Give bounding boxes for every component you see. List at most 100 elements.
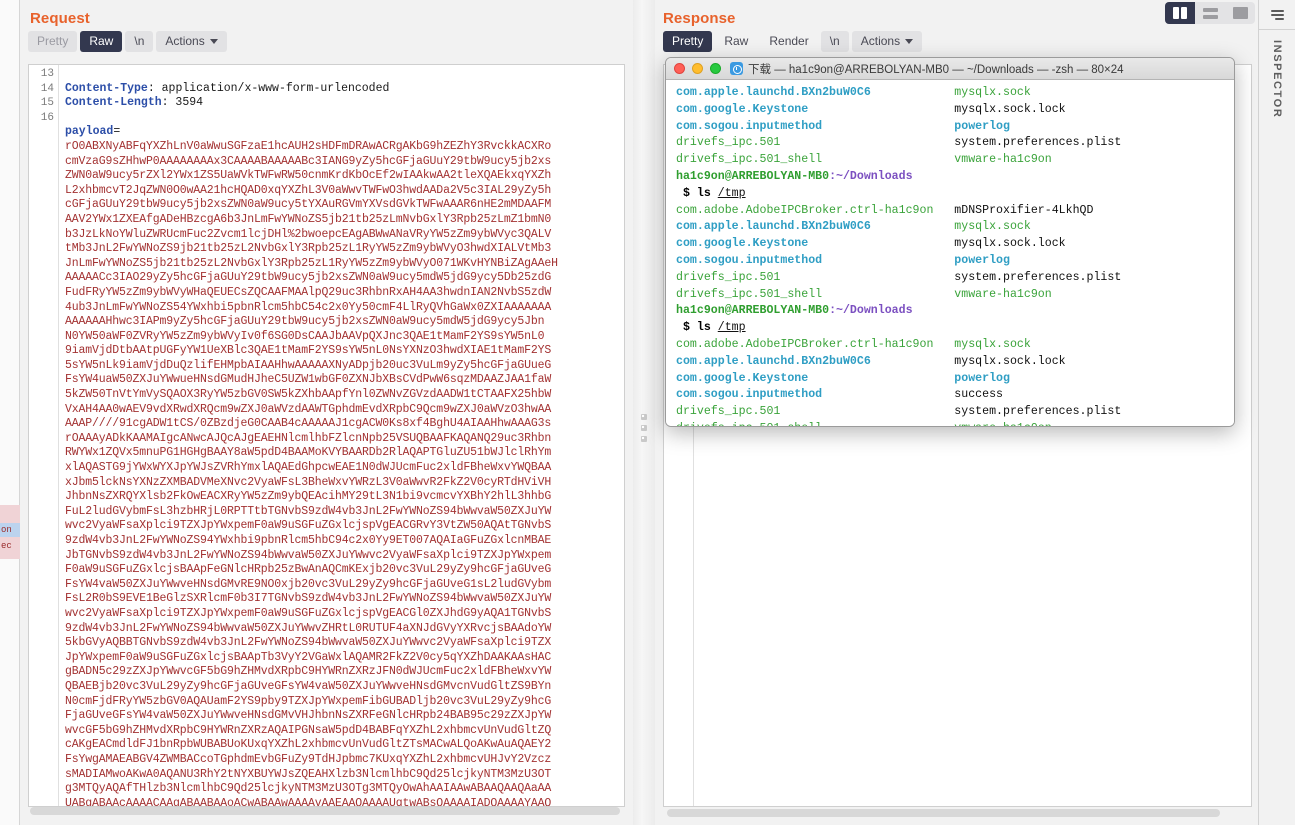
payload-line: AAAAAAHhwc3IAPm9yZy5hcGFjaGUuY29tbW9ucy5… bbox=[65, 315, 545, 329]
payload-line: QBAEBjb20vc3VuL29yZy9hcGFjaGUveGFsYW4vaW… bbox=[65, 679, 552, 693]
response-actions-label: Actions bbox=[860, 34, 901, 48]
split-horizontal-icon bbox=[1202, 7, 1218, 19]
payload-line: AAAAACc3IAO29yZy5hcGFjaGUuY29tbW9ucy5jb2… bbox=[65, 271, 552, 285]
close-window-icon[interactable] bbox=[674, 63, 685, 74]
request-code-content[interactable]: Content-Type: application/x-www-form-url… bbox=[59, 65, 624, 806]
terminal-listing-row: drivefs_ipc.501 system.preferences.plist bbox=[676, 270, 1226, 287]
payload-line: L2xhbmcvT2JqZWN0O0wAA21hcHQAD0xqYXZhL3V0… bbox=[65, 183, 552, 197]
response-tab-render[interactable]: Render bbox=[760, 31, 817, 52]
terminal-file-right: vmware-ha1c9on bbox=[954, 422, 1051, 426]
split-horizontal-view-button[interactable] bbox=[1195, 2, 1225, 24]
terminal-listing-row: com.apple.launchd.BXn2buW0C6 mysqlx.sock bbox=[676, 219, 1226, 236]
request-editor[interactable]: 13 14 15 16 Content-Type: application/x-www… bbox=[28, 64, 625, 807]
terminal-listing-row: com.apple.launchd.BXn2buW0C6 mysqlx.sock bbox=[676, 85, 1226, 102]
inspector-rail: INSPECTOR bbox=[1258, 0, 1295, 825]
terminal-listing-row: com.apple.launchd.BXn2buW0C6 mysqlx.sock… bbox=[676, 354, 1226, 371]
single-view-button[interactable] bbox=[1225, 2, 1255, 24]
inspector-toggle-button[interactable] bbox=[1259, 0, 1295, 30]
terminal-listing-row: drivefs_ipc.501 system.preferences.plist bbox=[676, 404, 1226, 421]
payload-line: xJbm5lckNsYXNzZXMBADVMeXNvc2VyaWFsL3BheW… bbox=[65, 475, 552, 489]
terminal-file-right: mysqlx.sock.lock bbox=[954, 102, 1066, 116]
terminal-app-icon bbox=[730, 62, 743, 75]
line-number: 13 bbox=[40, 68, 54, 80]
terminal-listing-row: com.google.Keystone mysqlx.sock.lock bbox=[676, 102, 1226, 119]
terminal-file-left: com.apple.launchd.BXn2buW0C6 bbox=[676, 354, 955, 368]
request-title: Request bbox=[30, 10, 90, 27]
terminal-prompt-line: ha1c9on@ARREBOLYAN-MB0:~/Downloads bbox=[676, 169, 1226, 186]
payload-line: FsYwgAMAEABGV4ZWMBACcoTGphdmEvbGFuZy9TdH… bbox=[65, 752, 552, 766]
terminal-file-left: com.google.Keystone bbox=[676, 371, 955, 385]
request-tab-newline[interactable]: \n bbox=[125, 31, 154, 52]
minimize-window-icon[interactable] bbox=[692, 63, 703, 74]
terminal-file-left: com.sogou.inputmethod bbox=[676, 388, 955, 402]
payload-line: F0aW9uSGFuZGxlcjsBAApFeGNlcHRpb25zBwAnAQ… bbox=[65, 563, 552, 577]
terminal-file-right: powerlog bbox=[954, 253, 1010, 267]
response-tab-newline[interactable]: \n bbox=[820, 31, 849, 52]
payload-line: b3JzLkNoYWluZWRUcmFuc2Zvcm1lcjDHl%2bwoep… bbox=[65, 227, 552, 241]
terminal-listing-row: drivefs_ipc.501 system.preferences.plist bbox=[676, 135, 1226, 152]
terminal-listing-row: com.google.Keystone powerlog bbox=[676, 371, 1226, 388]
payload-line: rOAAAyADkKAAMAIgcANwcAJQcAJgEAEHNlcmlhbF… bbox=[65, 431, 552, 445]
payload-line: FudFRyYW5zZm9ybWVyWHaQEUECsZQCAAFMAAlpQ2… bbox=[65, 285, 552, 299]
response-hscroll-thumb[interactable] bbox=[667, 809, 1220, 817]
payload-line: UABgABAAcAAAACAAgABAABAAoACwABAAwAAAAvAA… bbox=[65, 796, 552, 806]
request-header-colon-1: : bbox=[161, 96, 169, 110]
terminal-command-arg: /tmp bbox=[717, 186, 746, 200]
response-horizontal-scrollbar[interactable] bbox=[667, 808, 1262, 818]
request-tab-pretty[interactable]: Pretty bbox=[28, 31, 78, 52]
terminal-file-left: com.apple.launchd.BXn2buW0C6 bbox=[676, 86, 955, 99]
request-hscroll-thumb[interactable] bbox=[30, 807, 620, 815]
payload-line: RWYWx1ZQVx5mnuPG1HGHgBAAY8aW5pdD4BAAMoKV… bbox=[65, 446, 552, 460]
terminal-file-left: com.adobe.AdobeIPCBroker.ctrl-ha1c9on bbox=[676, 203, 955, 217]
payload-line: 9zdW4vb3JnL2FwYWNoZS94YWxhbi9pbnRlcm5hbC… bbox=[65, 534, 552, 547]
payload-line: 9zdW4vb3JnL2FwYWNoZS94bWwvaW50ZXJuYWwvZH… bbox=[65, 621, 552, 635]
maximize-window-icon[interactable] bbox=[710, 63, 721, 74]
single-pane-icon bbox=[1232, 7, 1248, 19]
response-tab-raw[interactable]: Raw bbox=[715, 31, 757, 52]
payload-line: 9iamVjdDtbAAtpUGFyYW1UeXBlc3QAE1tMamF2YS… bbox=[65, 344, 552, 358]
request-tab-raw[interactable]: Raw bbox=[80, 31, 123, 52]
payload-line: N0cmFjdFRyYW5zbGV0AQAUamF2YS9pby9TZXJpYW… bbox=[65, 694, 552, 708]
payload-line: 4ub3JnLmFwYWNoZS54YWxhbi5pbnRlcm5hbC54c2… bbox=[65, 300, 552, 314]
terminal-file-right: powerlog bbox=[954, 371, 1010, 385]
inspector-label: INSPECTOR bbox=[1271, 40, 1283, 119]
terminal-title: 下载 — ha1c9on@ARREBOLYAN-MB0 — ~/Download… bbox=[748, 63, 1124, 76]
request-horizontal-scrollbar[interactable] bbox=[30, 806, 630, 816]
terminal-file-left: drivefs_ipc.501_shell bbox=[676, 422, 954, 426]
split-vertical-view-button[interactable] bbox=[1165, 2, 1195, 24]
payload-line: FsL2R0bS9EVE1BeGlzSXRlcmF0b3I7TGNvbS9zdW… bbox=[65, 592, 552, 606]
terminal-file-right: system.preferences.plist bbox=[954, 405, 1122, 419]
terminal-command-prefix: $ ls bbox=[676, 186, 718, 200]
divider-grip[interactable] bbox=[641, 414, 647, 447]
response-tab-pretty[interactable]: Pretty bbox=[663, 31, 713, 52]
background-window-left-edge bbox=[0, 0, 20, 825]
terminal-file-left: drivefs_ipc.501 bbox=[676, 405, 955, 419]
response-actions-button[interactable]: Actions bbox=[851, 31, 923, 52]
response-tabbar: Pretty Raw Render \n Actions bbox=[655, 27, 1258, 57]
terminal-file-left: com.google.Keystone bbox=[676, 102, 955, 116]
payload-line: cAKgEACmdldFJ1bnRpbWUBABUoKUxqYXZhL2xhbm… bbox=[65, 738, 552, 752]
terminal-prompt-user: ha1c9on@ARREBOLYAN-MB0 bbox=[676, 304, 830, 318]
terminal-window[interactable]: 下载 — ha1c9on@ARREBOLYAN-MB0 — ~/Download… bbox=[665, 57, 1235, 427]
terminal-titlebar[interactable]: 下载 — ha1c9on@ARREBOLYAN-MB0 — ~/Download… bbox=[666, 58, 1234, 80]
terminal-prompt-path: :~/Downloads bbox=[829, 169, 913, 183]
terminal-file-left: com.sogou.inputmethod bbox=[676, 119, 955, 133]
panel-divider[interactable] bbox=[633, 0, 655, 825]
terminal-file-left: drivefs_ipc.501 bbox=[676, 270, 955, 284]
terminal-file-right: mysqlx.sock bbox=[954, 86, 1031, 99]
payload-line: tMb3JnL2FwYWNoZS9jb21tb25zL2NvbGxlY3Rpb2… bbox=[65, 242, 552, 256]
terminal-listing-row: drivefs_ipc.501_shell vmware-ha1c9on bbox=[676, 287, 1226, 304]
chevron-down-icon bbox=[209, 38, 218, 44]
payload-line: rO0ABXNyABFqYXZhLnV0aWwuSGFzaE1hcAUH2sHD… bbox=[65, 139, 552, 153]
terminal-file-left: drivefs_ipc.501_shell bbox=[676, 287, 955, 301]
payload-line: wvc2VyaWFsaXplci9TZXJpYWxpemF0aW9uSGFuZG… bbox=[65, 519, 552, 533]
terminal-file-right: mysqlx.sock bbox=[954, 220, 1031, 234]
payload-line: cmVzaG9sZHhwP0AAAAAAAAx3CAAAABAAAAABc3IA… bbox=[65, 154, 552, 168]
terminal-output[interactable]: com.apple.launchd.BXn2buW0C6 mysqlx.sock… bbox=[666, 80, 1234, 426]
terminal-listing-row: com.adobe.AdobeIPCBroker.ctrl-ha1c9on mD… bbox=[676, 203, 1226, 220]
request-actions-button[interactable]: Actions bbox=[156, 31, 227, 52]
payload-line: AAAP////91cgADW1tCS/0ZBzdjeG0CAAB4cAAAAA… bbox=[65, 417, 552, 431]
payload-line: gBADN5c29zZXJpYWwvcGF5bG9hZHMvdXRpbC9HYW… bbox=[65, 665, 552, 679]
payload-line: FuL2ludGVybmFsL3hzbHRjL0RPTTtbTGNvbS9zdW… bbox=[65, 504, 552, 518]
inspector-lines-icon bbox=[1270, 9, 1284, 20]
